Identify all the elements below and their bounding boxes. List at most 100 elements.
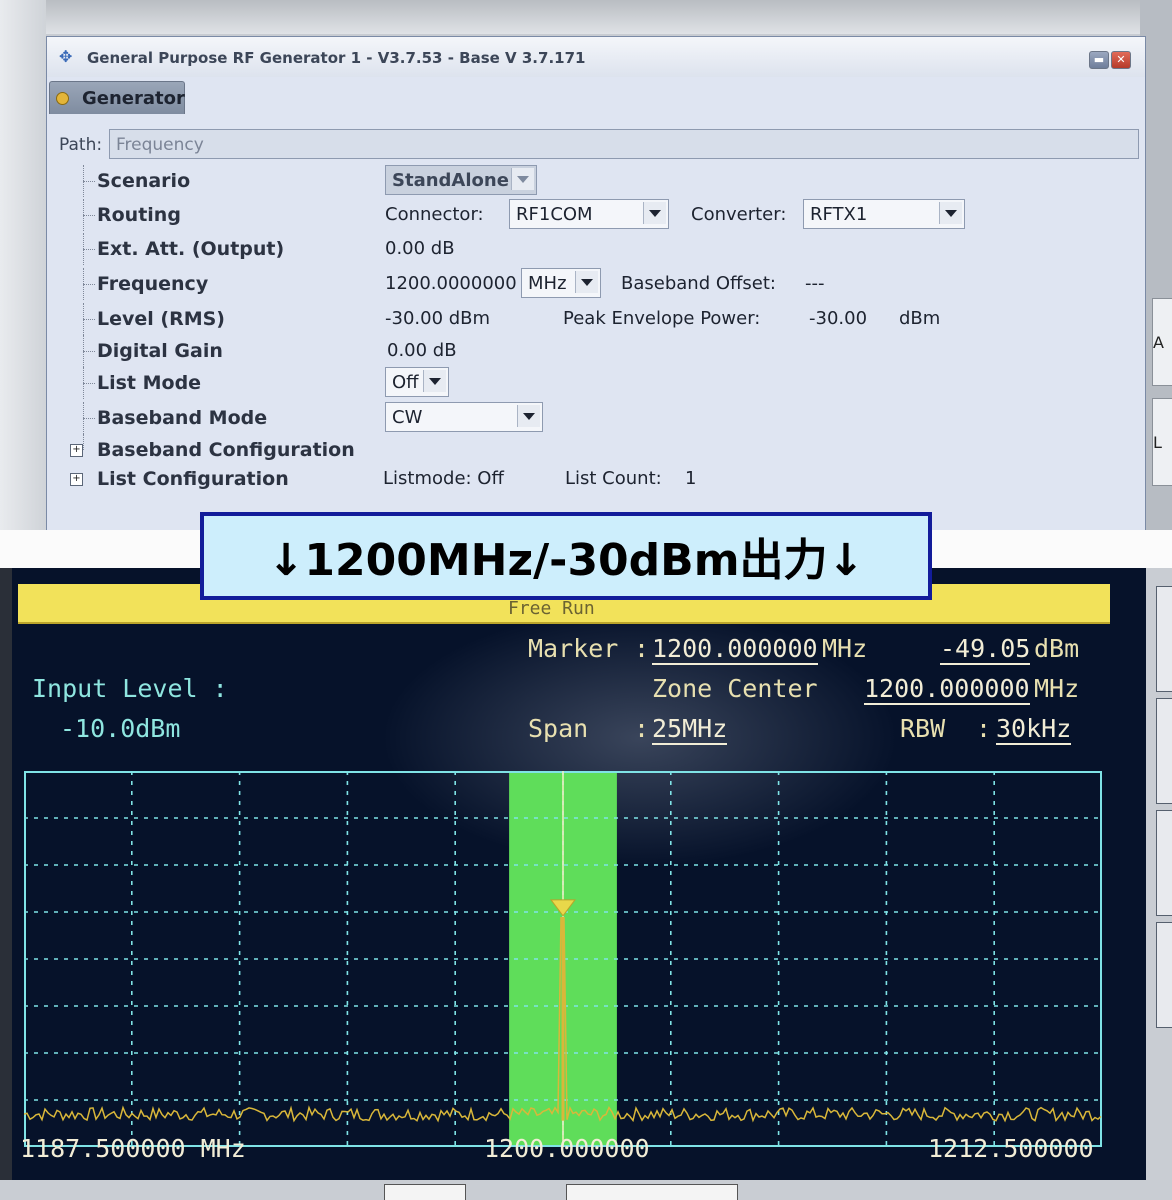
ext-att-label: Ext. Att. (Output) [97, 238, 285, 260]
path-field[interactable]: Frequency [109, 129, 1139, 159]
tab-generator[interactable]: Generator [49, 81, 185, 114]
row-baseband-mode: Baseband Mode CW [77, 402, 1077, 434]
tab-status-icon [56, 92, 69, 105]
minimize-button[interactable]: ▬ [1089, 51, 1109, 69]
zone-center-value[interactable]: 1200.000000 [864, 674, 1030, 705]
row-frequency: Frequency 1200.0000000 MHz Baseband Offs… [77, 268, 1077, 300]
connector-select[interactable]: RF1COM [509, 199, 669, 229]
row-baseband-config[interactable]: + Baseband Configuration [70, 434, 1077, 466]
tab-bar: Generator [47, 77, 1145, 114]
span-label: Span [528, 714, 589, 743]
list-mode-label: List Mode [97, 372, 202, 394]
marker-frequency-unit: MHz [822, 634, 868, 663]
monitor-bezel-left [0, 0, 46, 530]
row-list-mode: List Mode Off [77, 367, 1077, 399]
caption-text: ↓1200MHz/-30dBm出力↓ [267, 535, 865, 586]
routing-label: Routing [97, 204, 181, 226]
settings-tree: Scenario StandAlone Routing Connector: R… [70, 165, 1077, 525]
converter-select[interactable]: RFTX1 [803, 199, 965, 229]
expand-plus-icon[interactable]: + [70, 444, 83, 457]
center-frequency-label: 1200.000000 [484, 1134, 650, 1163]
digital-gain-label: Digital Gain [97, 340, 223, 362]
frequency-unit-select[interactable]: MHz [521, 268, 601, 298]
app-icon: ✥ [59, 47, 73, 66]
row-routing: Routing Connector: RF1COM Converter: RFT… [77, 199, 1077, 231]
chevron-down-icon [643, 202, 666, 224]
chevron-down-icon [423, 370, 446, 392]
scenario-label: Scenario [97, 170, 191, 192]
row-level: Level (RMS) -30.00 dBm Peak Envelope Pow… [77, 303, 1077, 335]
spectrum-plot [24, 771, 1102, 1147]
list-mode-value: Off [392, 372, 419, 393]
list-mode-select[interactable]: Off [385, 367, 449, 397]
side-button-a-label: A [1153, 332, 1164, 352]
side-softkey-4[interactable] [1156, 922, 1172, 1028]
pep-unit: dBm [899, 308, 941, 329]
chevron-down-icon [511, 168, 534, 190]
baseband-mode-label: Baseband Mode [97, 407, 268, 429]
converter-label: Converter: [691, 204, 787, 225]
analyzer-frame-left [0, 568, 12, 1200]
channel-field[interactable] [384, 1184, 466, 1200]
monitor-bezel-top [0, 0, 1172, 34]
frequency-label: Frequency [97, 273, 209, 295]
list-config-label: List Configuration [97, 468, 289, 490]
start-frequency-label: 1187.500000 MHz [20, 1134, 246, 1163]
row-scenario: Scenario StandAlone [77, 165, 1077, 197]
scenario-value: StandAlone [392, 170, 509, 191]
input-level-value: -10.0dBm [60, 714, 181, 743]
row-ext-att: Ext. Att. (Output) 0.00 dB [77, 233, 1077, 265]
marker-label: Marker [528, 634, 619, 663]
baseband-mode-select[interactable]: CW [385, 402, 543, 432]
chevron-down-icon [575, 271, 598, 293]
window-title: General Purpose RF Generator 1 - V3.7.53… [87, 49, 586, 67]
chevron-down-icon [517, 405, 540, 427]
digital-gain-value[interactable]: 0.00 dB [387, 340, 457, 361]
marker-level[interactable]: -49.05 [940, 634, 1031, 665]
chevron-down-icon [939, 202, 962, 224]
marker-frequency[interactable]: 1200.000000 [652, 634, 818, 665]
zone-center-label: Zone Center [652, 674, 818, 703]
window-titlebar[interactable]: ✥ General Purpose RF Generator 1 - V3.7.… [47, 37, 1145, 78]
path-value: Frequency [116, 135, 204, 155]
list-count-value: 1 [685, 468, 697, 489]
baseband-offset-value: --- [805, 273, 825, 294]
level-label: Level (RMS) [97, 308, 225, 330]
baseband-offset-label: Baseband Offset: [621, 273, 776, 294]
pep-value: -30.00 [809, 308, 868, 329]
side-button-l-label: L [1153, 432, 1162, 452]
generator-screen: A L ✥ General Purpose RF Generator 1 - V… [0, 0, 1172, 530]
rbw-value[interactable]: 30kHz [996, 714, 1072, 745]
connector-label: Connector: [385, 204, 484, 225]
baseband-mode-value: CW [392, 407, 423, 428]
baseband-config-label: Baseband Configuration [97, 439, 355, 461]
marker-level-unit: dBm [1034, 634, 1080, 663]
frequency-unit: MHz [528, 273, 567, 294]
side-button-l[interactable]: L [1152, 398, 1172, 486]
row-digital-gain: Digital Gain 0.00 dB [77, 335, 1077, 367]
expand-plus-icon[interactable]: + [70, 473, 83, 486]
side-softkey-2[interactable] [1156, 698, 1172, 804]
frequency-value[interactable]: 1200.0000000 [385, 273, 517, 294]
ext-att-value[interactable]: 0.00 dB [385, 238, 455, 259]
rbw-label: RBW [900, 714, 946, 743]
close-button[interactable]: ✕ [1111, 51, 1131, 69]
generator-window: ✥ General Purpose RF Generator 1 - V3.7.… [46, 36, 1146, 530]
side-softkey-1[interactable] [1156, 586, 1172, 692]
path-bar: Path: Frequency [55, 129, 1139, 159]
path-label: Path: [59, 135, 103, 155]
status-text: Free Run [508, 598, 595, 619]
stop-frequency-label: 1212.500000 [928, 1134, 1094, 1163]
listmode-text: Listmode: Off [383, 468, 504, 489]
row-list-config[interactable]: + List Configuration Listmode: Off List … [70, 463, 1077, 495]
connector-value: RF1COM [516, 204, 593, 225]
span-value[interactable]: 25MHz [652, 714, 728, 745]
frequency-field[interactable] [566, 1184, 738, 1200]
list-count-label: List Count: [565, 468, 662, 489]
side-button-a[interactable]: A [1152, 298, 1172, 386]
level-value[interactable]: -30.00 dBm [385, 308, 490, 329]
tab-generator-label: Generator [82, 88, 185, 109]
input-level-label: Input Level : [32, 674, 228, 703]
side-softkey-3[interactable] [1156, 810, 1172, 916]
scenario-select[interactable]: StandAlone [385, 165, 537, 195]
